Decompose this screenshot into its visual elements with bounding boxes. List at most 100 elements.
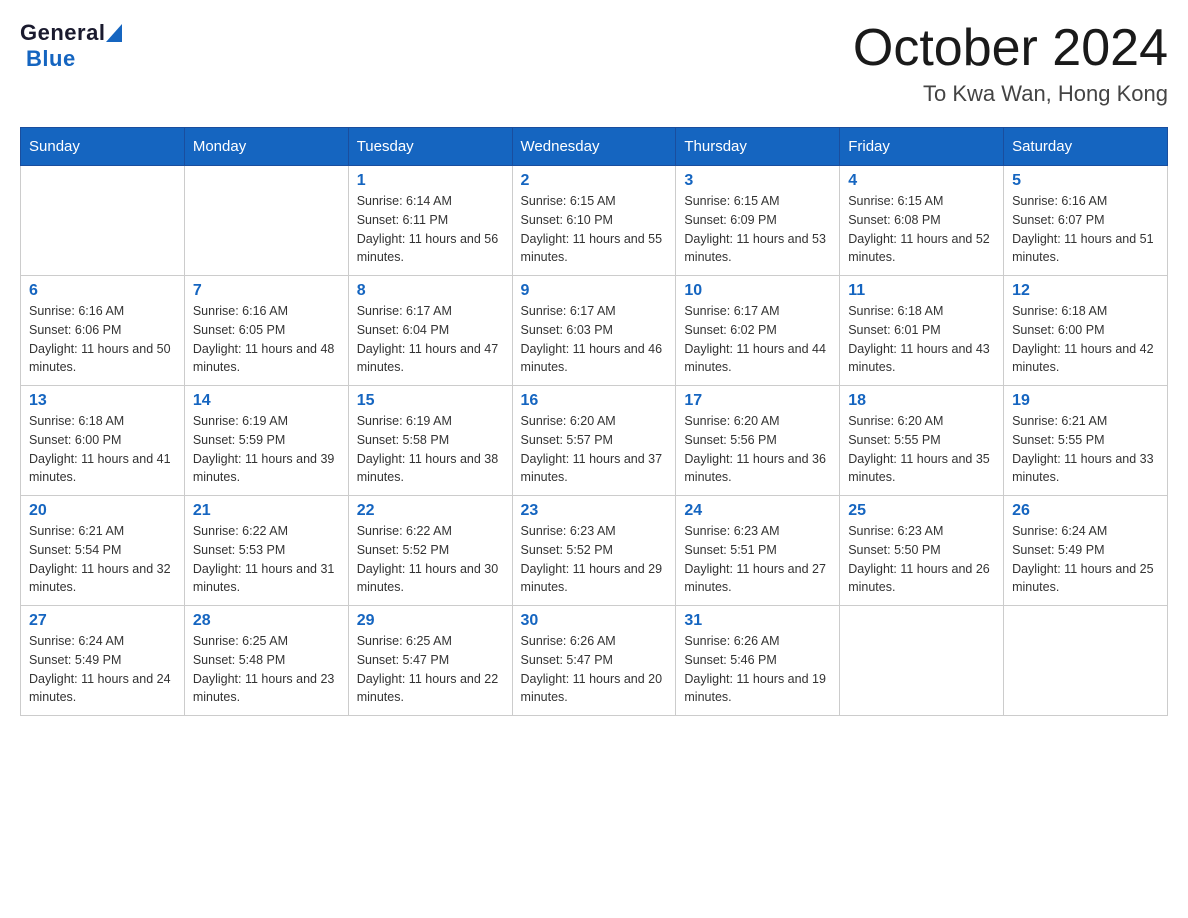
day-info-15: Sunrise: 6:19 AMSunset: 5:58 PMDaylight:… xyxy=(357,412,504,487)
cell-3-3: 23Sunrise: 6:23 AMSunset: 5:52 PMDayligh… xyxy=(512,496,676,606)
cell-0-3: 2 Sunrise: 6:15 AMSunset: 6:10 PMDaylight… xyxy=(512,166,676,276)
day-info-22: Sunrise: 6:22 AMSunset: 5:52 PMDaylight:… xyxy=(357,522,504,597)
cell-4-4: 31Sunrise: 6:26 AMSunset: 5:46 PMDayligh… xyxy=(676,606,840,716)
day-number-5: 5 xyxy=(1012,172,1159,190)
cell-0-1 xyxy=(184,166,348,276)
cell-4-5 xyxy=(840,606,1004,716)
week-row-3: 13 Sunrise: 6:18 AMSunset: 6:00 PMDayligh… xyxy=(21,386,1168,496)
header-sunday: Sunday xyxy=(21,128,185,166)
day-info-9: Sunrise: 6:17 AMSunset: 6:03 PMDaylight:… xyxy=(521,302,668,377)
day-info-3: Sunrise: 6:15 AMSunset: 6:09 PMDaylight:… xyxy=(684,192,831,267)
location-title: To Kwa Wan, Hong Kong xyxy=(853,81,1168,107)
header-monday: Monday xyxy=(184,128,348,166)
day-info-11: Sunrise: 6:18 AMSunset: 6:01 PMDaylight:… xyxy=(848,302,995,377)
header-tuesday: Tuesday xyxy=(348,128,512,166)
day-number-29: 29 xyxy=(357,612,504,630)
cell-3-0: 20 Sunrise: 6:21 AMSunset: 5:54 PMDayligh… xyxy=(21,496,185,606)
day-number-4: 4 xyxy=(848,172,995,190)
cell-3-2: 22 Sunrise: 6:22 AMSunset: 5:52 PMDayligh… xyxy=(348,496,512,606)
day-info-8: Sunrise: 6:17 AMSunset: 6:04 PMDaylight:… xyxy=(357,302,504,377)
day-info-28: Sunrise: 6:25 AMSunset: 5:48 PMDaylight:… xyxy=(193,632,340,707)
day-info-14: Sunrise: 6:19 AMSunset: 5:59 PMDaylight:… xyxy=(193,412,340,487)
cell-2-1: 14 Sunrise: 6:19 AMSunset: 5:59 PMDayligh… xyxy=(184,386,348,496)
day-info-12: Sunrise: 6:18 AMSunset: 6:00 PMDaylight:… xyxy=(1012,302,1159,377)
cell-1-4: 10 Sunrise: 6:17 AMSunset: 6:02 PMDayligh… xyxy=(676,276,840,386)
cell-0-5: 4 Sunrise: 6:15 AMSunset: 6:08 PMDaylight… xyxy=(840,166,1004,276)
cell-1-3: 9Sunrise: 6:17 AMSunset: 6:03 PMDaylight… xyxy=(512,276,676,386)
header-friday: Friday xyxy=(840,128,1004,166)
day-number-23: 23 xyxy=(521,502,668,520)
cell-1-5: 11 Sunrise: 6:18 AMSunset: 6:01 PMDayligh… xyxy=(840,276,1004,386)
logo: General Blue xyxy=(20,20,122,72)
title-block: October 2024 To Kwa Wan, Hong Kong xyxy=(853,20,1168,107)
day-number-18: 18 xyxy=(848,392,995,410)
cell-3-5: 25 Sunrise: 6:23 AMSunset: 5:50 PMDayligh… xyxy=(840,496,1004,606)
day-info-30: Sunrise: 6:26 AMSunset: 5:47 PMDaylight:… xyxy=(521,632,668,707)
cell-2-4: 17 Sunrise: 6:20 AMSunset: 5:56 PMDayligh… xyxy=(676,386,840,496)
header-saturday: Saturday xyxy=(1004,128,1168,166)
day-info-2: Sunrise: 6:15 AMSunset: 6:10 PMDaylight:… xyxy=(521,192,668,267)
day-info-19: Sunrise: 6:21 AMSunset: 5:55 PMDaylight:… xyxy=(1012,412,1159,487)
logo-triangle-icon xyxy=(106,24,122,42)
week-row-1: 1Sunrise: 6:14 AMSunset: 6:11 PMDaylight… xyxy=(21,166,1168,276)
day-info-6: Sunrise: 6:16 AMSunset: 6:06 PMDaylight:… xyxy=(29,302,176,377)
day-number-11: 11 xyxy=(848,282,995,300)
day-number-21: 21 xyxy=(193,502,340,520)
day-info-5: Sunrise: 6:16 AMSunset: 6:07 PMDaylight:… xyxy=(1012,192,1159,267)
header-thursday: Thursday xyxy=(676,128,840,166)
cell-1-0: 6Sunrise: 6:16 AMSunset: 6:06 PMDaylight… xyxy=(21,276,185,386)
day-number-13: 13 xyxy=(29,392,176,410)
day-number-20: 20 xyxy=(29,502,176,520)
calendar-header-row: SundayMondayTuesdayWednesdayThursdayFrid… xyxy=(21,128,1168,166)
week-row-4: 20 Sunrise: 6:21 AMSunset: 5:54 PMDayligh… xyxy=(21,496,1168,606)
day-number-30: 30 xyxy=(521,612,668,630)
day-number-16: 16 xyxy=(521,392,668,410)
cell-2-0: 13 Sunrise: 6:18 AMSunset: 6:00 PMDayligh… xyxy=(21,386,185,496)
cell-3-4: 24 Sunrise: 6:23 AMSunset: 5:51 PMDayligh… xyxy=(676,496,840,606)
cell-1-6: 12 Sunrise: 6:18 AMSunset: 6:00 PMDayligh… xyxy=(1004,276,1168,386)
day-number-22: 22 xyxy=(357,502,504,520)
day-number-31: 31 xyxy=(684,612,831,630)
day-info-17: Sunrise: 6:20 AMSunset: 5:56 PMDaylight:… xyxy=(684,412,831,487)
day-info-20: Sunrise: 6:21 AMSunset: 5:54 PMDaylight:… xyxy=(29,522,176,597)
day-number-24: 24 xyxy=(684,502,831,520)
cell-4-1: 28Sunrise: 6:25 AMSunset: 5:48 PMDayligh… xyxy=(184,606,348,716)
day-number-8: 8 xyxy=(357,282,504,300)
day-number-12: 12 xyxy=(1012,282,1159,300)
day-info-24: Sunrise: 6:23 AMSunset: 5:51 PMDaylight:… xyxy=(684,522,831,597)
week-row-5: 27Sunrise: 6:24 AMSunset: 5:49 PMDayligh… xyxy=(21,606,1168,716)
cell-2-5: 18 Sunrise: 6:20 AMSunset: 5:55 PMDayligh… xyxy=(840,386,1004,496)
calendar-table: SundayMondayTuesdayWednesdayThursdayFrid… xyxy=(20,127,1168,716)
cell-2-3: 16 Sunrise: 6:20 AMSunset: 5:57 PMDayligh… xyxy=(512,386,676,496)
cell-3-1: 21 Sunrise: 6:22 AMSunset: 5:53 PMDayligh… xyxy=(184,496,348,606)
cell-4-6 xyxy=(1004,606,1168,716)
day-info-29: Sunrise: 6:25 AMSunset: 5:47 PMDaylight:… xyxy=(357,632,504,707)
day-info-4: Sunrise: 6:15 AMSunset: 6:08 PMDaylight:… xyxy=(848,192,995,267)
cell-2-2: 15 Sunrise: 6:19 AMSunset: 5:58 PMDayligh… xyxy=(348,386,512,496)
day-number-15: 15 xyxy=(357,392,504,410)
cell-0-6: 5 Sunrise: 6:16 AMSunset: 6:07 PMDaylight… xyxy=(1004,166,1168,276)
day-info-7: Sunrise: 6:16 AMSunset: 6:05 PMDaylight:… xyxy=(193,302,340,377)
day-number-2: 2 xyxy=(521,172,668,190)
day-info-27: Sunrise: 6:24 AMSunset: 5:49 PMDaylight:… xyxy=(29,632,176,707)
day-number-25: 25 xyxy=(848,502,995,520)
day-info-18: Sunrise: 6:20 AMSunset: 5:55 PMDaylight:… xyxy=(848,412,995,487)
day-info-21: Sunrise: 6:22 AMSunset: 5:53 PMDaylight:… xyxy=(193,522,340,597)
cell-4-2: 29 Sunrise: 6:25 AMSunset: 5:47 PMDayligh… xyxy=(348,606,512,716)
day-info-13: Sunrise: 6:18 AMSunset: 6:00 PMDaylight:… xyxy=(29,412,176,487)
cell-1-2: 8 Sunrise: 6:17 AMSunset: 6:04 PMDaylight… xyxy=(348,276,512,386)
day-number-17: 17 xyxy=(684,392,831,410)
cell-0-4: 3 Sunrise: 6:15 AMSunset: 6:09 PMDaylight… xyxy=(676,166,840,276)
day-number-1: 1 xyxy=(357,172,504,190)
day-info-10: Sunrise: 6:17 AMSunset: 6:02 PMDaylight:… xyxy=(684,302,831,377)
day-number-10: 10 xyxy=(684,282,831,300)
cell-4-0: 27Sunrise: 6:24 AMSunset: 5:49 PMDayligh… xyxy=(21,606,185,716)
day-number-3: 3 xyxy=(684,172,831,190)
day-number-19: 19 xyxy=(1012,392,1159,410)
day-number-14: 14 xyxy=(193,392,340,410)
day-info-16: Sunrise: 6:20 AMSunset: 5:57 PMDaylight:… xyxy=(521,412,668,487)
logo-blue-text: Blue xyxy=(26,46,76,72)
day-number-7: 7 xyxy=(193,282,340,300)
day-info-25: Sunrise: 6:23 AMSunset: 5:50 PMDaylight:… xyxy=(848,522,995,597)
page-header: General Blue October 2024 To Kwa Wan, Ho… xyxy=(20,20,1168,107)
